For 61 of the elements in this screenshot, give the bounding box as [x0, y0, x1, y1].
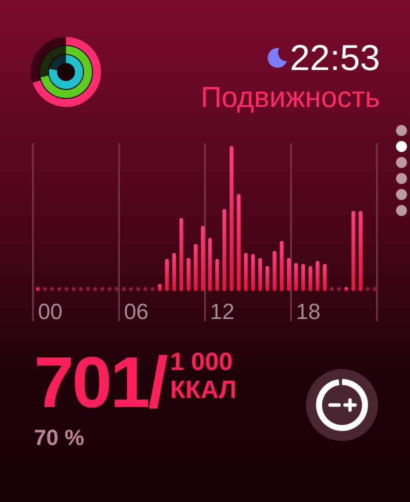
page-dot[interactable] — [396, 125, 407, 136]
chart-bar — [316, 261, 320, 291]
chart-dot — [108, 287, 112, 291]
chart-dot — [336, 287, 341, 291]
chart-dot — [372, 287, 377, 291]
screen-title: Подвижность — [200, 82, 380, 115]
chart-bar — [194, 244, 198, 291]
chart-dot — [129, 287, 133, 291]
minus-plus-icon — [315, 378, 369, 432]
chart-dot — [78, 287, 83, 291]
page-dot[interactable] — [396, 173, 407, 184]
chart-dot — [50, 287, 54, 291]
chart-bar — [301, 264, 306, 291]
chart-bar — [272, 251, 276, 291]
chart-dot — [330, 287, 334, 291]
chart-bar — [244, 253, 248, 291]
chart-bar — [280, 241, 284, 291]
chart-dot — [72, 287, 76, 291]
chart-bar — [165, 259, 169, 291]
moon-icon — [266, 47, 288, 69]
chart-bar — [158, 284, 162, 291]
chart-dot — [100, 287, 104, 291]
chart-dot — [136, 287, 140, 291]
chart-dot — [36, 287, 40, 291]
calorie-unit: ККАЛ — [170, 376, 237, 404]
calorie-value: 701/ — [34, 347, 166, 419]
chart-dot — [86, 287, 90, 291]
percent-text: 70 % — [34, 425, 86, 451]
chart-dot — [114, 287, 119, 291]
chart-bar — [294, 263, 298, 291]
chart-bar — [258, 258, 262, 291]
hour-label: 18 — [296, 299, 320, 323]
activity-rings-icon — [30, 36, 102, 108]
page-dot[interactable] — [396, 189, 407, 200]
chart-dot — [122, 287, 126, 291]
chart-bar — [172, 253, 176, 291]
hour-label: 00 — [38, 299, 62, 323]
chart-dot — [93, 287, 98, 291]
hour-label: 12 — [210, 299, 234, 323]
chart-dot — [42, 287, 47, 291]
chart-bar — [265, 266, 270, 291]
chart-dot — [64, 287, 68, 291]
chart-bar — [344, 287, 348, 291]
chart-bar — [208, 238, 212, 291]
chart-dot — [366, 287, 370, 291]
chart-bar — [322, 264, 327, 291]
hour-label: 06 — [124, 299, 148, 323]
chart-dot — [150, 287, 155, 291]
calorie-goal: 1 000 — [170, 349, 234, 376]
page-dot[interactable] — [396, 141, 407, 152]
chart-bar — [200, 226, 205, 291]
chart-bar — [215, 259, 220, 291]
chart-bar — [251, 254, 255, 291]
chart-bar — [286, 258, 291, 291]
chart-bar — [308, 266, 312, 291]
page-dot[interactable] — [396, 205, 407, 216]
page-dot[interactable] — [396, 157, 407, 168]
chart-bar — [186, 258, 190, 291]
clock-time: 22:53 — [290, 37, 380, 79]
chart-dot — [57, 287, 62, 291]
chart-dot — [143, 287, 148, 291]
